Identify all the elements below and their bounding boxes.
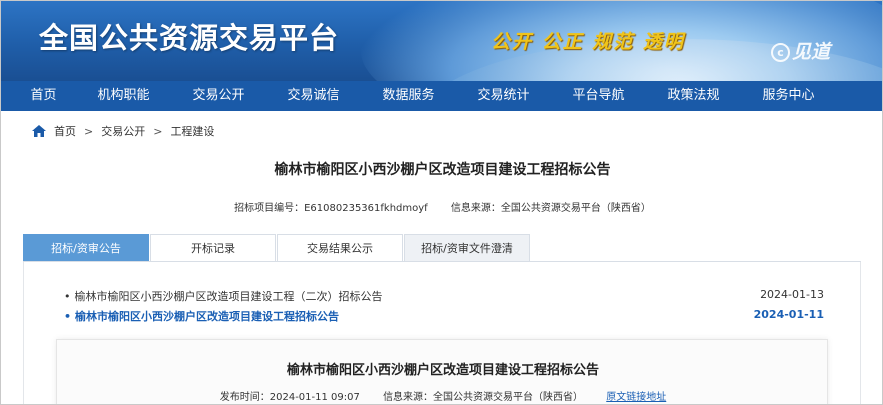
list-item-title-text[interactable]: 榆林市榆阳区小西沙棚户区改造项目建设工程（二次）招标公告 <box>75 290 383 303</box>
detail-source: 信息来源：全国公共资源交易平台（陕西省） <box>383 392 584 403</box>
home-icon[interactable] <box>31 124 47 138</box>
nav-item-trade-credit[interactable]: 交易诚信 <box>266 81 361 111</box>
nav-item-trade-stats[interactable]: 交易统计 <box>456 81 551 111</box>
notice-detail-card: 榆林市榆阳区小西沙棚户区改造项目建设工程招标公告 发布时间：2024-01-11… <box>56 339 829 404</box>
tab-bidding-notice[interactable]: 招标/资审公告 <box>23 234 149 261</box>
breadcrumb: 首页 > 交易公开 > 工程建设 <box>31 123 214 139</box>
copyright-icon: c <box>771 43 790 62</box>
breadcrumb-construction[interactable]: 工程建设 <box>170 123 214 139</box>
page-title: 榆林市榆阳区小西沙棚户区改造项目建设工程招标公告 <box>274 162 611 178</box>
list-item-title[interactable]: • 榆林市榆阳区小西沙棚户区改造项目建设工程（二次）招标公告 <box>64 288 383 304</box>
list-item-title-text[interactable]: 榆林市榆阳区小西沙棚户区改造项目建设工程招标公告 <box>75 310 339 323</box>
list-item-selected[interactable]: • 榆林市榆阳区小西沙棚户区改造项目建设工程招标公告 2024-01-11 <box>64 308 824 324</box>
bullet-icon: • <box>64 310 72 323</box>
original-link[interactable]: 原文链接地址 <box>606 392 666 403</box>
nav-item-service-center[interactable]: 服务中心 <box>741 81 836 111</box>
page: 全国公共资源交易平台 公开 公正 规范 透明 c 见道 首页 机构职能 交易公开 … <box>0 0 883 405</box>
publish-time: 发布时间：2024-01-11 09:07 <box>219 392 360 403</box>
tab-bar: 招标/资审公告 开标记录 交易结果公示 招标/资审文件澄清 <box>23 234 531 261</box>
tab-doc-clarification[interactable]: 招标/资审文件澄清 <box>404 234 530 261</box>
detail-meta: 发布时间：2024-01-11 09:07 信息来源：全国公共资源交易平台（陕西… <box>57 388 829 403</box>
list-item-title[interactable]: • 榆林市榆阳区小西沙棚户区改造项目建设工程招标公告 <box>64 308 339 324</box>
list-item-date: 2024-01-13 <box>760 288 824 301</box>
site-banner: 全国公共资源交易平台 公开 公正 规范 透明 c 见道 <box>1 1 882 81</box>
nav-item-home[interactable]: 首页 <box>1 81 76 111</box>
nav-item-institution[interactable]: 机构职能 <box>76 81 171 111</box>
watermark-text: 见道 <box>792 41 831 63</box>
list-item[interactable]: • 榆林市榆阳区小西沙棚户区改造项目建设工程（二次）招标公告 2024-01-13 <box>64 288 824 304</box>
info-source: 信息来源：全国公共资源交易平台（陕西省） <box>450 203 651 214</box>
site-slogan: 公开 公正 规范 透明 <box>491 31 685 53</box>
bullet-icon: • <box>64 290 71 303</box>
nav-item-policy[interactable]: 政策法规 <box>646 81 741 111</box>
nav-item-trade-public[interactable]: 交易公开 <box>171 81 266 111</box>
breadcrumb-separator: > <box>153 124 163 138</box>
tab-bid-opening[interactable]: 开标记录 <box>150 234 276 261</box>
breadcrumb-separator: > <box>84 124 94 138</box>
breadcrumb-trade-public[interactable]: 交易公开 <box>101 123 145 139</box>
watermark: c 见道 <box>771 37 830 64</box>
nav-item-data-service[interactable]: 数据服务 <box>361 81 456 111</box>
list-item-date: 2024-01-11 <box>753 308 824 321</box>
site-title[interactable]: 全国公共资源交易平台 <box>39 15 339 57</box>
breadcrumb-home[interactable]: 首页 <box>54 123 76 139</box>
main-nav: 首页 机构职能 交易公开 交易诚信 数据服务 交易统计 平台导航 政策法规 服务… <box>1 81 882 111</box>
notice-meta: 招标项目编号：E61080235361fkhdmoyf 信息来源：全国公共资源交… <box>1 199 882 214</box>
detail-title: 榆林市榆阳区小西沙棚户区改造项目建设工程招标公告 <box>286 363 599 378</box>
project-number: 招标项目编号：E61080235361fkhdmoyf <box>234 203 428 214</box>
nav-item-platform-nav[interactable]: 平台导航 <box>551 81 646 111</box>
tab-result-publicity[interactable]: 交易结果公示 <box>277 234 403 261</box>
